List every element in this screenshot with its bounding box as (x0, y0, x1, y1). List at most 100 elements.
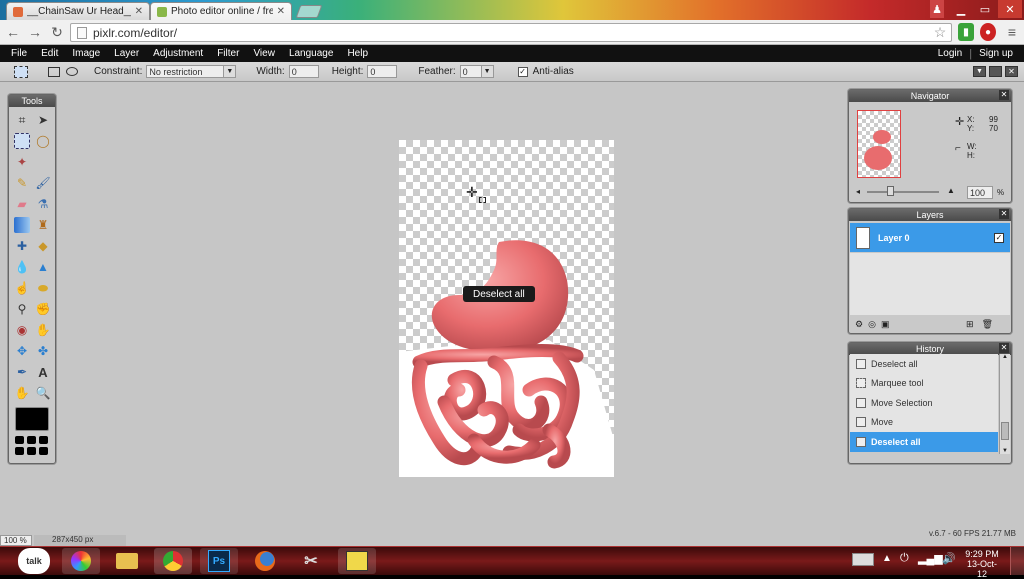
color-picker-icon[interactable]: ✒ (14, 364, 30, 380)
browser-tab-pixlr[interactable]: Photo editor online / free ✕ (150, 2, 292, 20)
constraint-select[interactable]: No restriction (146, 65, 225, 78)
close-tab-icon[interactable]: ✕ (135, 6, 143, 17)
height-field[interactable]: 0 (367, 65, 398, 78)
back-arrow-icon[interactable]: ← (4, 23, 22, 41)
pencil-icon[interactable]: ✎ (14, 175, 30, 191)
smudge-icon[interactable]: ☝ (14, 280, 30, 296)
layer-row[interactable]: Layer 0 ✓ (850, 223, 1010, 252)
taskbar-app-talk[interactable]: talk (18, 548, 50, 574)
minimize-window-button[interactable]: ▁ (950, 0, 972, 18)
menu-adjustment[interactable]: Adjustment (146, 48, 210, 59)
menu-view[interactable]: View (246, 48, 282, 59)
burn-icon[interactable]: ✊ (35, 301, 51, 317)
magic-wand-icon[interactable]: ✦ (14, 154, 30, 170)
network-icon[interactable]: ▂▄▆ (918, 552, 943, 565)
history-item[interactable]: Move Selection (850, 393, 998, 413)
navigator-thumbnail[interactable] (857, 110, 901, 178)
close-panel-icon[interactable]: ✕ (999, 209, 1009, 219)
clone-stamp-icon[interactable]: ♜ (35, 217, 51, 233)
close-tab-icon[interactable]: ✕ (277, 6, 285, 17)
history-item[interactable]: Marquee tool (850, 374, 998, 394)
spot-heal-icon[interactable]: ✋ (35, 322, 51, 338)
new-layer-icon[interactable]: ⊞ (966, 319, 974, 330)
extension-record-icon[interactable]: ● (980, 23, 996, 41)
bookmark-star-icon[interactable]: ☆ (931, 23, 949, 41)
zoom-in-icon[interactable]: ▲ (947, 186, 955, 195)
paint-bucket-icon[interactable]: ⚗ (35, 196, 51, 212)
blur-icon[interactable]: 💧 (14, 259, 30, 275)
menu-edit[interactable]: Edit (34, 48, 65, 59)
history-item-selected[interactable]: Deselect all (850, 432, 998, 452)
zoom-status[interactable]: 100 % (0, 535, 32, 546)
taskbar-app-explorer[interactable] (108, 548, 146, 574)
close-panel-icon[interactable]: ✕ (999, 90, 1009, 100)
hand-icon[interactable]: ✋ (14, 385, 30, 401)
scroll-thumb[interactable] (1001, 422, 1009, 440)
pinch-icon[interactable]: ✤ (35, 343, 51, 359)
zoom-icon[interactable]: 🔍 (35, 385, 51, 401)
menu-file[interactable]: File (4, 48, 34, 59)
layer-style-icon[interactable]: ▣ (881, 319, 890, 330)
taskbar-app-picasa[interactable] (62, 548, 100, 574)
history-scrollbar[interactable]: ▲ ▼ (999, 354, 1010, 454)
history-item[interactable]: Deselect all (850, 354, 998, 374)
ellipse-marquee-icon[interactable] (66, 67, 78, 76)
sponge-icon[interactable]: ⬬ (35, 280, 51, 296)
layer-settings-icon[interactable]: ⚙ (855, 319, 863, 330)
login-link[interactable]: Login (931, 48, 969, 59)
volume-icon[interactable]: 🔊 (942, 552, 956, 565)
chevron-down-icon[interactable]: ▼ (481, 65, 494, 78)
signup-link[interactable]: Sign up (972, 48, 1020, 59)
close-editor-icon[interactable]: ✕ (1005, 66, 1018, 77)
extension-signal-icon[interactable]: ▮ (958, 23, 974, 41)
swatch-cell[interactable] (15, 447, 24, 455)
taskbar-app-chrome[interactable] (154, 548, 192, 574)
address-bar[interactable]: pixlr.com/editor/ (70, 23, 952, 42)
close-window-button[interactable]: ✕ (998, 0, 1022, 18)
add-mask-icon[interactable]: ◎ (868, 319, 876, 330)
gradient-icon[interactable] (14, 217, 30, 233)
brush-icon[interactable]: 🖌 (35, 175, 51, 191)
maximize-window-button[interactable]: ▭ (974, 0, 996, 18)
menu-language[interactable]: Language (282, 48, 341, 59)
eraser-icon[interactable]: ▰ (14, 196, 30, 212)
marquee-tool-icon[interactable] (14, 65, 28, 78)
move-icon[interactable]: ➤ (35, 112, 51, 128)
show-desktop-button[interactable] (1010, 547, 1024, 575)
bloat-icon[interactable]: ✥ (14, 343, 30, 359)
swatch-cell[interactable] (39, 436, 48, 444)
menu-image[interactable]: Image (65, 48, 107, 59)
profile-icon[interactable]: ♟ (930, 0, 944, 18)
image-canvas[interactable] (399, 140, 614, 477)
zoom-field[interactable]: 100 (967, 186, 993, 199)
menu-help[interactable]: Help (340, 48, 375, 59)
marquee-icon[interactable] (14, 133, 30, 149)
taskbar-app-snipping[interactable]: ✂ (292, 548, 330, 574)
red-eye-icon[interactable]: ◉ (14, 322, 30, 338)
new-tab-button[interactable] (295, 5, 323, 18)
layer-visibility-checkbox[interactable]: ✓ (994, 232, 1004, 243)
sharpen-icon[interactable]: ▲ (35, 259, 51, 275)
taskbar-app-firefox[interactable] (246, 548, 284, 574)
crop-icon[interactable]: ⌗ (14, 112, 30, 128)
zoom-slider-handle[interactable] (887, 186, 894, 196)
history-item[interactable]: Move (850, 413, 998, 433)
zoom-out-icon[interactable]: ◂ (856, 187, 860, 196)
antialias-checkbox[interactable]: ✓ (517, 66, 528, 77)
reload-icon[interactable]: ↻ (48, 23, 66, 41)
swatch-cell[interactable] (15, 436, 24, 444)
browser-tab-chainsaw[interactable]: __ChainSaw Ur Head__ Pho ✕ (6, 2, 150, 20)
menu-icon[interactable]: ≡ (1003, 23, 1021, 41)
taskbar-app-paint[interactable] (338, 548, 376, 574)
collapse-options-icon[interactable]: ▼ (973, 66, 986, 77)
power-icon[interactable]: ⏻ (900, 552, 909, 565)
foreground-color-swatch[interactable] (15, 407, 49, 431)
zoom-slider-track[interactable] (867, 191, 939, 193)
menu-layer[interactable]: Layer (107, 48, 146, 59)
restore-icon[interactable] (989, 66, 1002, 77)
drawing-icon[interactable]: ◆ (35, 238, 51, 254)
scroll-up-icon[interactable]: ▲ (1000, 354, 1010, 360)
width-field[interactable]: 0 (288, 65, 319, 78)
type-icon[interactable]: A (35, 364, 51, 380)
show-hidden-icons[interactable]: ▲ (882, 553, 892, 564)
